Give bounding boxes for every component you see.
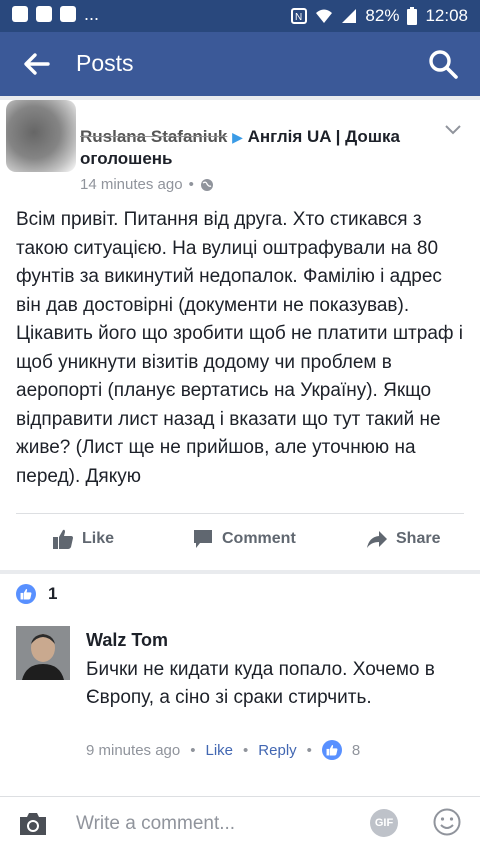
like-label: Like xyxy=(82,530,115,547)
meta-dot: • xyxy=(306,741,312,759)
signal-icon xyxy=(342,9,357,23)
comment-composer: Write a comment... GIF xyxy=(0,796,480,854)
meta-dot: • xyxy=(188,176,194,193)
post-author: Ruslana Stafaniuk ▶ Англія UA | Дошка ог… xyxy=(80,126,430,170)
svg-text:N: N xyxy=(295,12,302,23)
more-dots-icon: ... xyxy=(84,4,100,24)
comment-item: Walz Tom Бички не кидати куда попало. Хо… xyxy=(0,616,480,796)
post-text: Всім привіт. Питання від друга. Хто стик… xyxy=(16,209,464,487)
comment-button[interactable]: Comment xyxy=(192,528,296,550)
camera-icon[interactable] xyxy=(18,811,48,837)
commenter-name[interactable]: Walz Tom xyxy=(86,630,168,651)
comment-label: Comment xyxy=(222,530,296,547)
commenter-avatar[interactable] xyxy=(16,626,70,680)
divider xyxy=(16,513,464,514)
chevron-down-icon[interactable] xyxy=(444,120,462,138)
gif-button[interactable]: GIF xyxy=(370,809,398,837)
battery-icon xyxy=(407,7,418,25)
search-icon[interactable] xyxy=(428,49,458,79)
post-actions: Like Comment Share xyxy=(0,518,480,562)
author-avatar-blurred[interactable] xyxy=(6,100,76,172)
comment-like-link[interactable]: Like xyxy=(206,742,234,759)
comment-like-count: 8 xyxy=(351,741,361,759)
clock: 12:08 xyxy=(425,6,468,25)
share-label: Share xyxy=(396,530,441,547)
like-reaction-icon xyxy=(16,584,36,604)
battery-percent: 82% xyxy=(365,6,400,25)
reactions-bar[interactable]: 1 xyxy=(0,574,480,616)
thumbs-up-icon xyxy=(53,529,73,549)
post-card: Ruslana Stafaniuk ▶ Англія UA | Дошка ог… xyxy=(0,100,480,570)
facebook-icon xyxy=(36,6,52,22)
author-name[interactable]: Ruslana Stafaniuk xyxy=(80,127,227,146)
wifi-icon xyxy=(316,9,333,23)
sms-icon xyxy=(12,6,28,22)
emoji-icon[interactable] xyxy=(432,807,462,837)
post-meta: 14 minutes ago • xyxy=(80,176,214,193)
comment-reply-link[interactable]: Reply xyxy=(258,742,296,759)
comment-like-reaction-icon[interactable] xyxy=(321,740,342,760)
status-bar: ... N 82% 12:08 xyxy=(0,0,480,32)
meta-dot: • xyxy=(190,741,196,759)
comment-input[interactable]: Write a comment... xyxy=(76,813,235,835)
meta-dot: • xyxy=(243,741,249,759)
page-title: Posts xyxy=(76,50,134,76)
back-arrow-icon[interactable] xyxy=(22,50,50,78)
reaction-count: 1 xyxy=(48,584,58,603)
like-button[interactable]: Like xyxy=(52,528,114,550)
comment-time: 9 minutes ago xyxy=(86,741,181,759)
nfc-icon: N xyxy=(291,8,308,24)
globe-icon xyxy=(200,178,213,191)
comment-text: Бички не кидати куда попало. Хочемо в Єв… xyxy=(86,659,435,708)
youtube-icon xyxy=(60,6,76,22)
share-arrow-icon xyxy=(367,531,387,548)
comment-meta: 9 minutes ago • Like • Reply • 8 xyxy=(86,740,360,760)
share-button[interactable]: Share xyxy=(366,528,440,550)
top-nav-bar: Posts xyxy=(0,32,480,96)
comment-bubble-icon xyxy=(194,530,212,548)
post-time[interactable]: 14 minutes ago xyxy=(80,176,183,193)
arrow-right-icon: ▶ xyxy=(232,129,243,145)
